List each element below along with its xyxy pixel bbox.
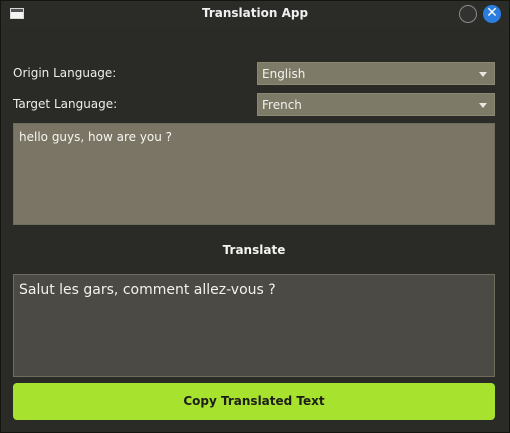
source-text: hello guys, how are you ?: [19, 130, 173, 144]
translated-text: Salut les gars, comment allez-vous ?: [19, 282, 276, 298]
minimize-button[interactable]: [459, 5, 477, 23]
translated-text-output[interactable]: Salut les gars, comment allez-vous ?: [13, 274, 495, 377]
origin-language-select[interactable]: English: [257, 62, 495, 85]
source-text-input[interactable]: hello guys, how are you ?: [13, 123, 495, 225]
close-button[interactable]: ✕: [483, 5, 501, 23]
translate-button[interactable]: Translate: [13, 237, 495, 263]
copy-translated-text-button[interactable]: Copy Translated Text: [13, 383, 495, 420]
target-language-value: French: [262, 98, 302, 112]
chevron-down-icon: [479, 103, 487, 108]
target-language-select[interactable]: French: [257, 93, 495, 116]
origin-language-label: Origin Language:: [13, 66, 117, 80]
chevron-down-icon: [479, 72, 487, 77]
close-icon: ✕: [486, 5, 498, 21]
target-language-label: Target Language:: [13, 97, 118, 111]
window-title: Translation App: [201, 6, 309, 20]
app-window: Translation App ✕ Origin Language: Engli…: [0, 0, 510, 433]
origin-language-value: English: [262, 67, 306, 81]
titlebar[interactable]: Translation App ✕: [1, 1, 509, 27]
